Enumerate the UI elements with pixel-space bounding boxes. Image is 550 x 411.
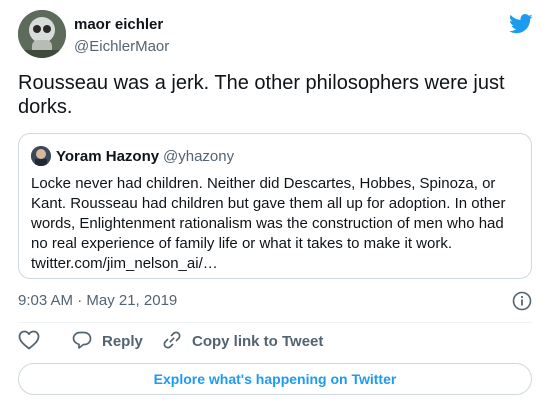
quoted-tweet-link[interactable]: twitter.com/jim_nelson_ai/… — [31, 254, 521, 274]
embedded-tweet-card: maor eichler @EichlerMaor Rousseau was a… — [0, 0, 550, 411]
link-icon — [162, 330, 192, 355]
reply-button[interactable]: Reply — [72, 331, 143, 353]
like-button[interactable] — [18, 330, 42, 355]
quoted-tweet-line: Kant. Rousseau had children but gave the… — [31, 195, 506, 212]
heart-icon — [18, 330, 40, 355]
author-avatar[interactable] — [18, 10, 66, 58]
quoted-tweet-text: Locke never had children. Neither did De… — [31, 174, 521, 274]
author-handle[interactable]: @EichlerMaor — [74, 38, 169, 56]
reply-label: Reply — [102, 333, 143, 350]
quoted-tweet-line: no real experience of family life or wha… — [31, 235, 453, 252]
quoted-author-avatar — [31, 146, 51, 166]
quoted-author-name: Yoram Hazony — [56, 148, 160, 165]
copy-link-button[interactable]: Copy link to Tweet — [162, 331, 323, 353]
info-icon[interactable] — [512, 291, 532, 311]
quoted-tweet-line: words, Enlightenment rationalism was the… — [31, 215, 504, 232]
divider — [18, 322, 532, 323]
tweet-text: Rousseau was a jerk. The other philosoph… — [18, 72, 505, 118]
quoted-tweet[interactable]: Yoram Hazony @yhazony Locke never had ch… — [18, 133, 532, 279]
quoted-tweet-line: Locke never had children. Neither did De… — [31, 175, 496, 192]
reply-icon — [72, 330, 102, 355]
tweet-timestamp[interactable]: 9:03 AM · May 21, 2019 — [18, 292, 177, 310]
copy-link-label: Copy link to Tweet — [192, 333, 324, 350]
author-name[interactable]: maor eichler — [74, 16, 163, 34]
quoted-author-handle: @yhazony — [163, 148, 235, 165]
explore-twitter-button[interactable]: Explore what's happening on Twitter — [18, 363, 532, 395]
twitter-bird-icon[interactable] — [509, 14, 533, 34]
